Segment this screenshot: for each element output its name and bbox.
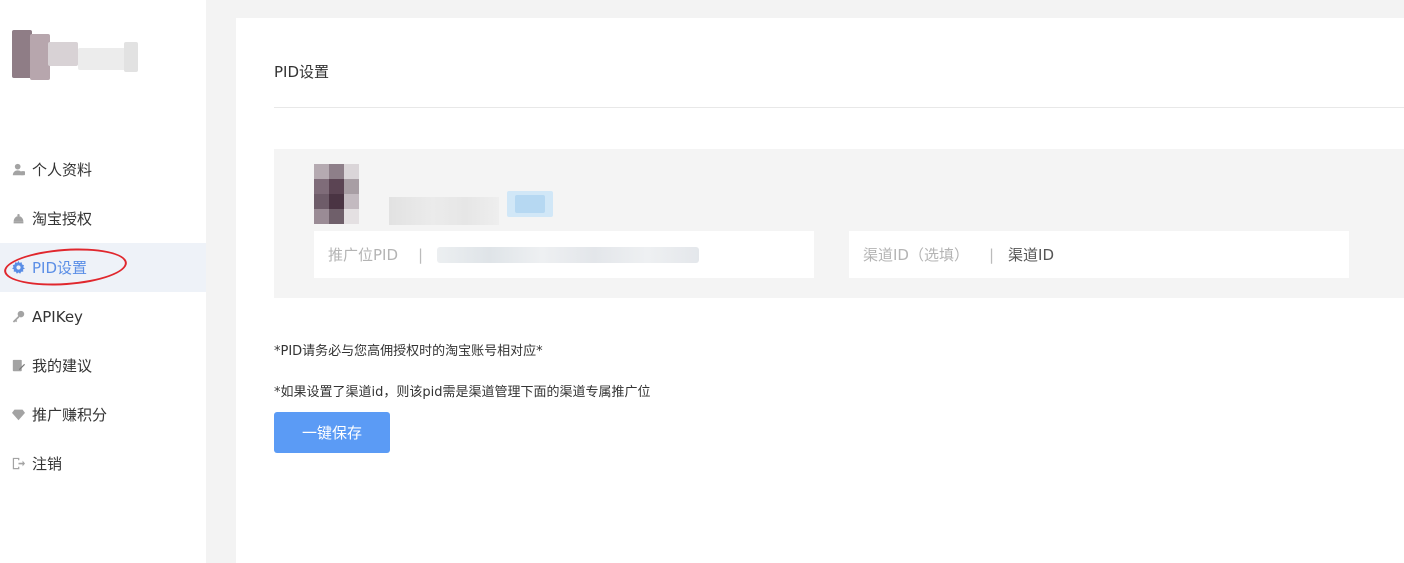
account-avatar <box>314 164 376 226</box>
pid-label: 推广位PID <box>328 246 399 264</box>
pid-input[interactable]: 推广位PID | <box>314 231 814 278</box>
sidebar: 个人资料 淘宝授权 PID设置 APIKey 我的建议 推广赚积分 注销 <box>0 0 206 563</box>
taobao-icon <box>11 212 25 226</box>
sidebar-item-promote-points[interactable]: 推广赚积分 <box>0 390 206 439</box>
save-button[interactable]: 一键保存 <box>274 412 390 453</box>
sidebar-item-apikey[interactable]: APIKey <box>0 292 206 341</box>
sidebar-item-profile[interactable]: 个人资料 <box>0 145 206 194</box>
divider <box>274 107 1404 108</box>
pid-panel: 推广位PID | 渠道ID（选填） | 渠道ID <box>274 149 1404 298</box>
avatar-blur <box>12 30 32 78</box>
sidebar-item-suggestions[interactable]: 我的建议 <box>0 341 206 390</box>
gear-icon <box>11 261 25 275</box>
sidebar-nav: 个人资料 淘宝授权 PID设置 APIKey 我的建议 推广赚积分 注销 <box>0 145 206 488</box>
main-card: PID设置 推广位PID | 渠道ID（选填） | 渠道ID *PID请务必与您… <box>236 18 1404 563</box>
sidebar-item-label: APIKey <box>32 307 83 326</box>
sidebar-item-label: PID设置 <box>32 259 88 277</box>
sidebar-item-label: 注销 <box>32 455 63 473</box>
page-title: PID设置 <box>274 63 330 81</box>
sidebar-item-label: 淘宝授权 <box>32 210 93 228</box>
pid-note: *PID请务必与您高佣授权时的淘宝账号相对应* <box>274 344 543 359</box>
channel-id-label: 渠道ID（选填） <box>863 246 969 264</box>
avatar[interactable] <box>12 22 162 92</box>
channel-id-placeholder: 渠道ID <box>1008 246 1055 264</box>
sidebar-item-taobao-auth[interactable]: 淘宝授权 <box>0 194 206 243</box>
sidebar-item-label: 我的建议 <box>32 357 93 375</box>
pid-value-blurred <box>437 246 700 263</box>
account-name <box>389 189 569 225</box>
user-icon <box>11 163 25 177</box>
field-separator: | <box>418 245 424 264</box>
channel-id-input[interactable]: 渠道ID（选填） | 渠道ID <box>849 231 1349 278</box>
sidebar-item-pid-settings[interactable]: PID设置 <box>0 243 206 292</box>
field-separator: | <box>988 245 995 264</box>
channel-note: *如果设置了渠道id，则该pid需是渠道管理下面的渠道专属推广位 <box>274 385 651 400</box>
sidebar-item-label: 推广赚积分 <box>32 406 108 424</box>
diamond-icon <box>11 408 25 422</box>
key-icon <box>11 310 25 324</box>
logout-icon <box>11 457 25 471</box>
edit-icon <box>11 359 25 373</box>
sidebar-item-logout[interactable]: 注销 <box>0 439 206 488</box>
sidebar-item-label: 个人资料 <box>32 161 93 179</box>
